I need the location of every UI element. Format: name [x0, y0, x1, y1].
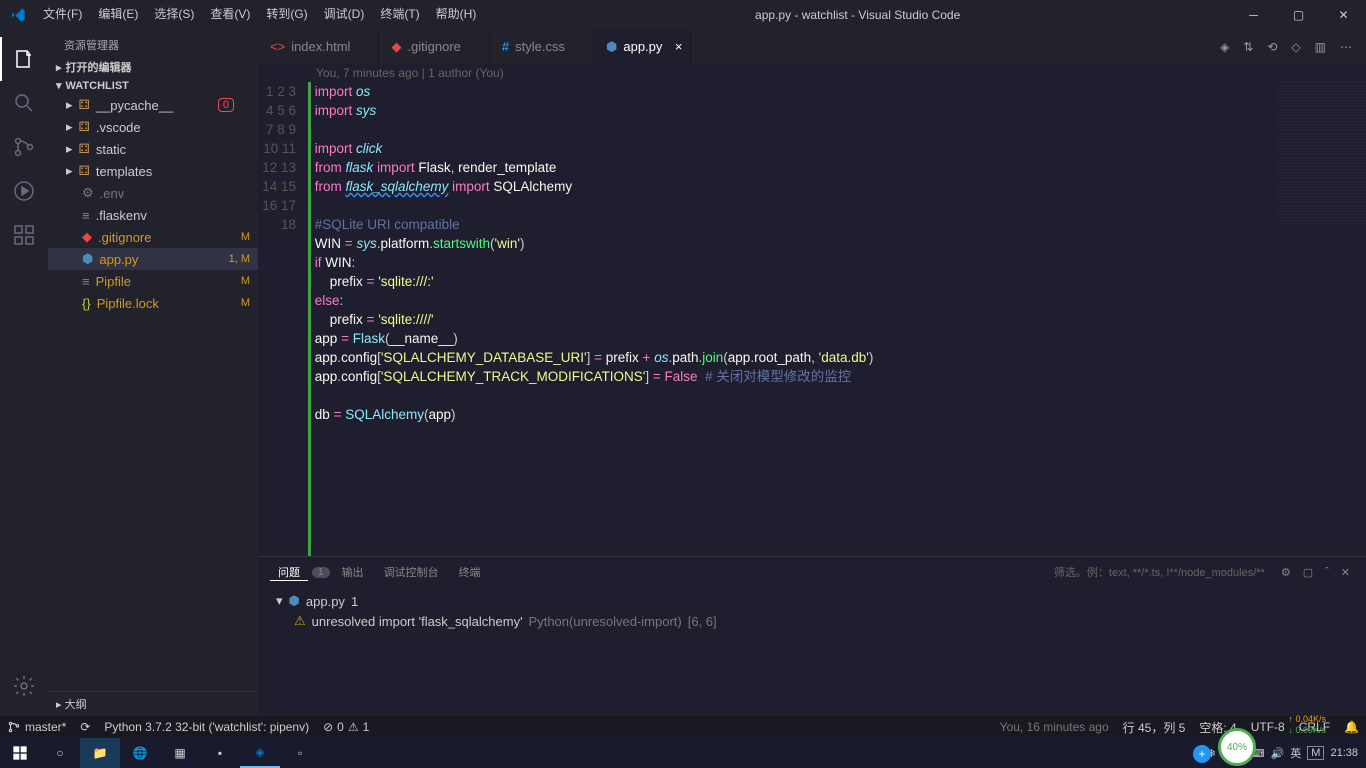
folder-header[interactable]: ▾ WATCHLIST [48, 77, 258, 94]
menu-debug[interactable]: 调试(D) [316, 0, 373, 29]
windows-taskbar: ○ 📁 🌐 ▦ ▪ ◈ ▫ 40% ↑ 0.04K/s↓ 0.09K/s + ❄… [0, 738, 1366, 768]
explorer-sidebar: 资源管理器 ▸ 打开的编辑器 ▾ WATCHLIST ▸⚃__pycache__… [48, 29, 258, 716]
menu-terminal[interactable]: 终端(T) [372, 0, 427, 29]
panel-maximize-icon[interactable]: ▢ [1299, 566, 1317, 579]
status-blame[interactable]: You, 16 minutes ago [993, 719, 1116, 736]
more-icon[interactable]: ⋯ [1340, 40, 1352, 54]
task-app-icon[interactable]: ▦ [160, 738, 200, 768]
tree-folder-static[interactable]: ▸⚃static [48, 138, 258, 160]
search-icon[interactable] [0, 81, 48, 125]
panel-tabs: 问题 1 输出 调试控制台 终端 筛选。例：text, **/*.ts, !**… [258, 557, 1366, 587]
status-encoding[interactable]: UTF-8 [1244, 719, 1292, 736]
panel-collapse-icon[interactable]: ˆ [1321, 566, 1333, 578]
panel-tab-debug[interactable]: 调试控制台 [376, 564, 447, 580]
tab-style-css[interactable]: #style.css [490, 29, 594, 64]
menu-select[interactable]: 选择(S) [146, 0, 202, 29]
panel-tab-output[interactable]: 输出 [334, 564, 372, 580]
activity-bar [0, 29, 48, 716]
code-content[interactable]: import os import sys import click from f… [311, 82, 1366, 556]
task-chrome-icon[interactable]: 🌐 [120, 738, 160, 768]
explorer-icon[interactable] [0, 37, 48, 81]
split-icon[interactable]: ▥ [1315, 40, 1326, 54]
source-control-icon[interactable] [0, 125, 48, 169]
task-vscode-icon[interactable]: ◈ [240, 738, 280, 768]
minimap[interactable] [1276, 82, 1366, 222]
menu-edit[interactable]: 编辑(E) [90, 0, 146, 29]
code-editor[interactable]: 1 2 3 4 5 6 7 8 9 10 11 12 13 14 15 16 1… [258, 82, 1366, 556]
problems-count-badge: 1 [312, 567, 330, 578]
tree-file-gitignore[interactable]: ◆.gitignoreM [48, 226, 258, 248]
tree-folder-templates[interactable]: ▸⚃templates [48, 160, 258, 182]
tree-folder-pycache[interactable]: ▸⚃__pycache__0 [48, 94, 258, 116]
maximize-button[interactable]: ▢ [1276, 0, 1321, 29]
panel-tab-problems[interactable]: 问题 [270, 564, 308, 581]
explorer-title: 资源管理器 [48, 29, 258, 57]
run-icon[interactable]: ◇ [1291, 40, 1300, 54]
problem-file-row[interactable]: ▾⬢app.py 1 [270, 591, 1354, 611]
tab-close-icon[interactable]: × [675, 39, 683, 54]
tree-file-app-py[interactable]: ⬢app.py1, M [48, 248, 258, 270]
problems-filter-input[interactable]: 筛选。例：text, **/*.ts, !**/node_modules/** [1046, 564, 1273, 580]
error-badge: 0 [218, 98, 234, 112]
tray-m-icon[interactable]: M [1307, 746, 1324, 760]
cortana-icon[interactable]: ○ [40, 738, 80, 768]
git-blame-annotation: You, 7 minutes ago | 1 author (You) [258, 64, 1366, 82]
menu-bar: 文件(F) 编辑(E) 选择(S) 查看(V) 转到(G) 调试(D) 终端(T… [35, 0, 484, 29]
tab-index-html[interactable]: <>index.html [258, 29, 379, 64]
perf-widget[interactable]: 40% [1218, 728, 1256, 766]
tree-folder-vscode[interactable]: ▸⚃.vscode [48, 116, 258, 138]
outline-section[interactable]: ▸ 大纲 [48, 691, 258, 716]
tab-app-py[interactable]: ⬢app.py× [594, 29, 691, 64]
menu-file[interactable]: 文件(F) [35, 0, 90, 29]
editor-actions: ◈ ⇅ ⟲ ◇ ▥ ⋯ [1220, 29, 1366, 64]
status-errors[interactable]: ⊘ 0 ⚠ 1 [316, 720, 376, 734]
tray-volume-icon[interactable]: 🔊 [1271, 747, 1285, 760]
extensions-icon[interactable] [0, 213, 48, 257]
menu-goto[interactable]: 转到(G) [258, 0, 315, 29]
settings-gear-icon[interactable] [0, 664, 48, 708]
open-editors-section[interactable]: ▸ 打开的编辑器 [48, 57, 258, 77]
menu-view[interactable]: 查看(V) [202, 0, 258, 29]
close-button[interactable]: ✕ [1321, 0, 1366, 29]
problem-item[interactable]: ⚠unresolved import 'flask_sqlalchemy' Py… [270, 611, 1354, 631]
window-title: app.py - watchlist - Visual Studio Code [484, 8, 1231, 22]
editor-tabs: <>index.html ◆.gitignore #style.css ⬢app… [258, 29, 1366, 64]
title-bar: 文件(F) 编辑(E) 选择(S) 查看(V) 转到(G) 调试(D) 终端(T… [0, 0, 1366, 29]
diff-icon[interactable]: ⟲ [1267, 40, 1277, 54]
menu-help[interactable]: 帮助(H) [428, 0, 485, 29]
panel-tab-terminal[interactable]: 终端 [451, 564, 489, 580]
line-numbers: 1 2 3 4 5 6 7 8 9 10 11 12 13 14 15 16 1… [258, 82, 308, 556]
task-explorer-icon[interactable]: 📁 [80, 738, 120, 768]
tree-file-pipfile[interactable]: ≡PipfileM [48, 270, 258, 292]
network-speed-widget: ↑ 0.04K/s↓ 0.09K/s [1288, 714, 1326, 736]
tree-file-pipfile-lock[interactable]: {}Pipfile.lockM [48, 292, 258, 314]
tree-file-flaskenv[interactable]: ≡.flaskenv [48, 204, 258, 226]
gitlens-icon[interactable]: ◈ [1220, 40, 1229, 54]
start-button[interactable] [0, 738, 40, 768]
status-python[interactable]: Python 3.7.2 32-bit ('watchlist': pipenv… [97, 720, 316, 734]
panel-settings-icon[interactable]: ⚙ [1277, 566, 1295, 579]
tree-file-env[interactable]: ⚙.env [48, 182, 258, 204]
tab-gitignore[interactable]: ◆.gitignore [379, 29, 489, 64]
bottom-panel: 问题 1 输出 调试控制台 终端 筛选。例：text, **/*.ts, !**… [258, 556, 1366, 716]
panel-close-icon[interactable]: ✕ [1337, 566, 1354, 579]
status-cursor[interactable]: 行 45，列 5 [1116, 719, 1193, 736]
minimize-button[interactable]: ─ [1231, 0, 1276, 29]
debug-icon[interactable] [0, 169, 48, 213]
status-branch[interactable]: master* [0, 720, 73, 734]
tray-clock[interactable]: 21:38 [1330, 747, 1358, 759]
task-terminal-icon[interactable]: ▪ [200, 738, 240, 768]
vscode-logo-icon [0, 7, 35, 23]
status-bell-icon[interactable]: 🔔 [1337, 719, 1366, 736]
compare-icon[interactable]: ⇅ [1243, 40, 1253, 54]
status-sync-icon[interactable]: ⟳ [73, 720, 97, 734]
task-other-icon[interactable]: ▫ [280, 738, 320, 768]
problems-list: ▾⬢app.py 1 ⚠unresolved import 'flask_sql… [258, 587, 1366, 635]
editor-area: <>index.html ◆.gitignore #style.css ⬢app… [258, 29, 1366, 716]
file-tree: ▸⚃__pycache__0 ▸⚃.vscode ▸⚃static ▸⚃temp… [48, 94, 258, 691]
tray-plus-icon[interactable]: + [1193, 745, 1211, 763]
tray-ime[interactable]: 英 [1290, 745, 1301, 761]
status-bar: master* ⟳ Python 3.7.2 32-bit ('watchlis… [0, 716, 1366, 738]
